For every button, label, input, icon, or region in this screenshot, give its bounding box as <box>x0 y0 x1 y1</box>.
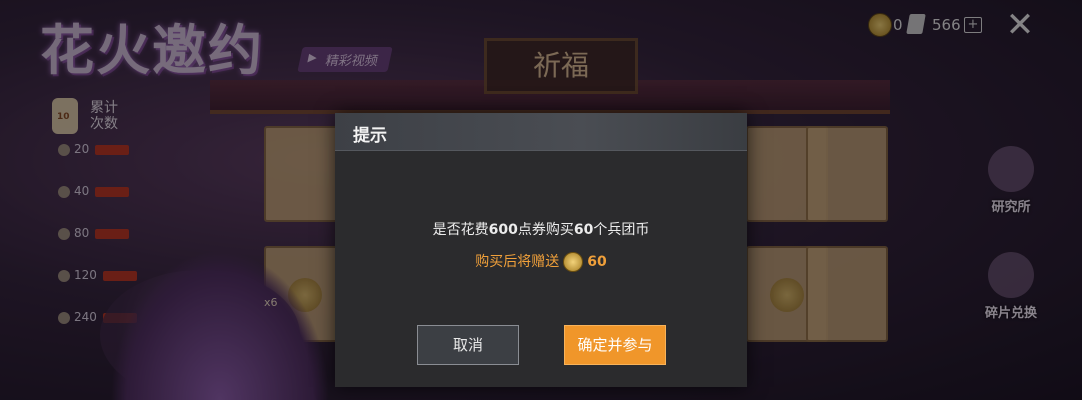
confirm-button[interactable]: 确定并参与 <box>564 325 666 365</box>
purchase-qty: 60 <box>573 222 594 238</box>
cancel-button[interactable]: 取消 <box>417 325 519 365</box>
dialog-header: 提示 <box>335 113 747 151</box>
coin-icon <box>563 252 584 272</box>
confirm-dialog: 提示 是否花费600点券购买60个兵团币 购买后将赠送 60 取消 确定并参与 <box>335 113 747 387</box>
gift-line: 购买后将赠送 60 <box>475 252 607 272</box>
gift-amount: 60 <box>587 254 607 270</box>
dialog-message: 是否花费600点券购买60个兵团币 <box>432 222 650 238</box>
dialog-title: 提示 <box>353 126 387 146</box>
price-amount: 600 <box>488 222 518 238</box>
